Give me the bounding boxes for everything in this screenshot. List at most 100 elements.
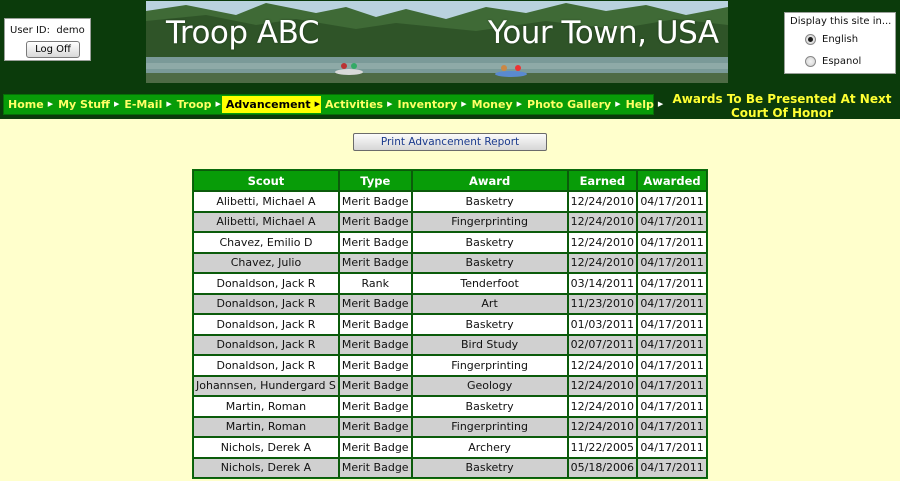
- award-name-cell: Basketry: [411, 252, 568, 273]
- nav-item-troop[interactable]: Troop ▶: [173, 96, 222, 113]
- scout-name-cell: Donaldson, Jack R: [193, 334, 339, 355]
- award-type-cell: Merit Badge: [338, 375, 412, 396]
- scout-name-cell: Nichols, Derek A: [193, 437, 339, 458]
- nav-item-home[interactable]: Home ▶: [4, 96, 54, 113]
- language-option-english[interactable]: English: [805, 34, 858, 45]
- awarded-date-cell: 04/17/2011: [637, 314, 707, 335]
- log-off-button[interactable]: Log Off: [26, 41, 80, 58]
- scout-name-cell: Nichols, Derek A: [193, 457, 339, 478]
- radio-unselected-icon[interactable]: [805, 56, 816, 67]
- earned-date-cell: 12/24/2010: [567, 396, 638, 417]
- scout-name-cell: Alibetti, Michael A: [193, 191, 339, 212]
- nav-item-label: My Stuff: [58, 98, 110, 111]
- scout-name-cell: Martin, Roman: [193, 396, 339, 417]
- nav-item-email[interactable]: E-Mail ▶: [120, 96, 172, 113]
- awards-table-body: Alibetti, Michael A Merit Badge Basketry 12…: [193, 191, 707, 478]
- awarded-date-cell: 04/17/2011: [637, 396, 707, 417]
- earned-date-cell: 03/14/2011: [567, 273, 638, 294]
- earned-date-cell: 01/03/2011: [567, 314, 638, 335]
- table-row: Donaldson, Jack R Merit Badge Fingerprinti…: [193, 355, 707, 376]
- award-name-cell: Geology: [411, 375, 568, 396]
- column-header-type: Type: [338, 170, 412, 191]
- column-header-scout: Scout: [193, 170, 339, 191]
- nav-item-label: Troop: [176, 98, 212, 111]
- award-type-cell: Merit Badge: [338, 191, 412, 212]
- nav-item-activities[interactable]: Activities ▶: [321, 96, 393, 113]
- column-header-earned: Earned: [567, 170, 638, 191]
- table-row: Donaldson, Jack R Merit Badge Basketry 01/0…: [193, 314, 707, 335]
- nav-item-label: Activities: [325, 98, 384, 111]
- earned-date-cell: 11/22/2005: [567, 437, 638, 458]
- nav-item-help[interactable]: Help ▶: [622, 96, 665, 113]
- award-type-cell: Merit Badge: [338, 437, 412, 458]
- print-advancement-report-button[interactable]: Print Advancement Report: [353, 133, 547, 151]
- earned-date-cell: 12/24/2010: [567, 211, 638, 232]
- award-name-cell: Basketry: [411, 457, 568, 478]
- nav-item-label: Home: [8, 98, 44, 111]
- award-type-cell: Merit Badge: [338, 252, 412, 273]
- awarded-date-cell: 04/17/2011: [637, 273, 707, 294]
- submenu-arrow-icon: ▶: [47, 100, 54, 108]
- award-type-cell: Merit Badge: [338, 416, 412, 437]
- main-navigation: Home ▶ My Stuff ▶ E-Mail ▶ Troop ▶ Advanceme…: [0, 92, 900, 120]
- award-name-cell: Tenderfoot: [411, 273, 568, 294]
- scout-name-cell: Donaldson, Jack R: [193, 293, 339, 314]
- table-row: Johannsen, Hundergard S Merit Badge Geolog…: [193, 375, 707, 396]
- page-title: Awards To Be Presented At Next Court Of …: [672, 92, 892, 120]
- award-name-cell: Basketry: [411, 191, 568, 212]
- nav-item-inventory[interactable]: Inventory ▶: [393, 96, 467, 113]
- banner-troop-name: Troop ABC: [166, 15, 319, 51]
- awarded-date-cell: 04/17/2011: [637, 416, 707, 437]
- nav-item-money[interactable]: Money ▶: [468, 96, 523, 113]
- award-name-cell: Basketry: [411, 396, 568, 417]
- nav-item-label: Photo Gallery: [527, 98, 612, 111]
- awarded-date-cell: 04/17/2011: [637, 211, 707, 232]
- submenu-arrow-icon: ▶: [516, 100, 523, 108]
- earned-date-cell: 12/24/2010: [567, 232, 638, 253]
- awarded-date-cell: 04/17/2011: [637, 457, 707, 478]
- award-type-cell: Rank: [338, 273, 412, 294]
- earned-date-cell: 11/23/2010: [567, 293, 638, 314]
- award-type-cell: Merit Badge: [338, 355, 412, 376]
- scout-name-cell: Johannsen, Hundergard S: [193, 375, 339, 396]
- user-id-line: User ID: demo: [10, 25, 85, 36]
- table-row: Donaldson, Jack R Merit Badge Bird Study 02…: [193, 334, 707, 355]
- nav-item-advancement[interactable]: Advancement ▶: [221, 96, 322, 113]
- award-name-cell: Fingerprinting: [411, 211, 568, 232]
- menu-bar: Home ▶ My Stuff ▶ E-Mail ▶ Troop ▶ Advanceme…: [3, 94, 663, 115]
- nav-item-label: E-Mail: [124, 98, 163, 111]
- table-row: Donaldson, Jack R Merit Badge Art 11/23/201…: [193, 293, 707, 314]
- submenu-arrow-icon: ▶: [387, 100, 393, 108]
- radio-selected-icon[interactable]: [805, 34, 816, 45]
- award-type-cell: Merit Badge: [338, 314, 412, 335]
- submenu-arrow-icon: ▶: [113, 100, 120, 108]
- awarded-date-cell: 04/17/2011: [637, 252, 707, 273]
- table-row: Donaldson, Jack R Rank Tenderfoot 03/14/201…: [193, 273, 707, 294]
- nav-item-label: Advancement: [225, 98, 311, 111]
- site-header: User ID: demo Log Off Troop ABC Your Tow…: [0, 0, 900, 92]
- earned-date-cell: 05/18/2006: [567, 457, 638, 478]
- language-option-label: English: [822, 34, 859, 45]
- submenu-arrow-icon: ▶: [615, 100, 621, 108]
- user-id-value: demo: [56, 25, 85, 36]
- awarded-date-cell: 04/17/2011: [637, 437, 707, 458]
- awarded-date-cell: 04/17/2011: [637, 293, 707, 314]
- nav-item-label: Inventory: [397, 98, 458, 111]
- award-type-cell: Merit Badge: [338, 396, 412, 417]
- earned-date-cell: 12/24/2010: [567, 355, 638, 376]
- scout-name-cell: Martin, Roman: [193, 416, 339, 437]
- submenu-arrow-icon: ▶: [166, 100, 172, 108]
- table-row: Chavez, Julio Merit Badge Basketry 12/24/20…: [193, 252, 707, 273]
- language-selector: Display this site in... English Espanol: [784, 12, 896, 74]
- scout-name-cell: Donaldson, Jack R: [193, 273, 339, 294]
- award-type-cell: Merit Badge: [338, 232, 412, 253]
- table-header-row: Scout Type Award Earned Awarded: [193, 170, 707, 191]
- earned-date-cell: 02/07/2011: [567, 334, 638, 355]
- nav-item-photo-gallery[interactable]: Photo Gallery ▶: [523, 96, 622, 113]
- awarded-date-cell: 04/17/2011: [637, 355, 707, 376]
- nav-item-my-stuff[interactable]: My Stuff ▶: [54, 96, 120, 113]
- nav-item-label: Money: [471, 98, 513, 111]
- award-name-cell: Fingerprinting: [411, 416, 568, 437]
- awarded-date-cell: 04/17/2011: [637, 191, 707, 212]
- language-option-espanol[interactable]: Espanol: [805, 56, 861, 67]
